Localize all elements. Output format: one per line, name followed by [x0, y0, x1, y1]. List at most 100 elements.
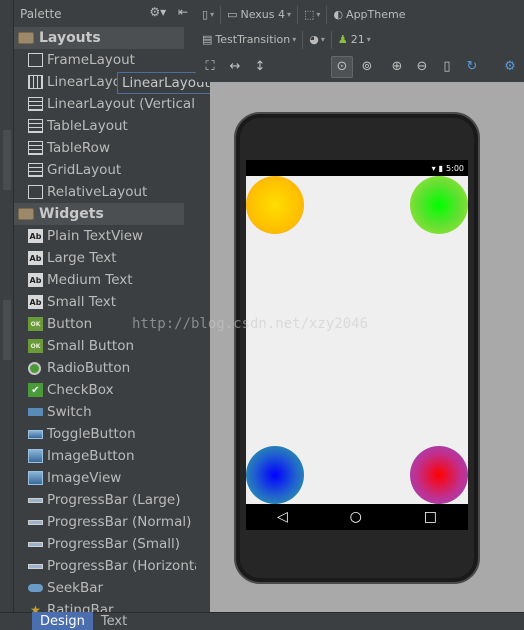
palette-item-framelayout[interactable]: FrameLayout	[14, 49, 184, 71]
palette-item-imagebutton[interactable]: ImageButton	[14, 445, 184, 467]
palette-item-togglebutton[interactable]: ToggleButton	[14, 423, 184, 445]
palette-item-progressbar-horizontal[interactable]: ProgressBar (Horizontal)	[14, 555, 196, 577]
palette-item-progressbar-small[interactable]: ProgressBar (Small)	[14, 533, 184, 555]
palette-item-checkbox[interactable]: ✔ CheckBox	[14, 379, 184, 401]
palette-item-label: ProgressBar (Normal)	[47, 514, 192, 530]
category-label: Widgets	[39, 206, 104, 222]
tab-text[interactable]: Text	[93, 612, 135, 630]
table-layout-icon	[28, 119, 43, 133]
palette-item-tablerow[interactable]: TableRow	[14, 137, 184, 159]
palette-item-label: ProgressBar (Horizontal)	[47, 558, 196, 574]
palette-item-label: ImageButton	[47, 448, 135, 464]
palette-tools: ⚙▾ ⇤	[149, 5, 188, 19]
palette-item-plain-textview[interactable]: Ab Plain TextView	[14, 225, 184, 247]
toolbar-separator	[220, 5, 222, 24]
device-label: Nexus 4	[240, 8, 285, 21]
green-circle-view[interactable]	[410, 176, 468, 234]
palette-item-imageview[interactable]: ImageView	[14, 467, 184, 489]
orientation-dropdown[interactable]: ⬚ ▾	[304, 8, 320, 21]
palette-item-large-text[interactable]: Ab Large Text	[14, 247, 184, 269]
toolbar-row-2: ▤ TestTransition ▾ ◕ ▾ ♟ 21 ▾	[196, 27, 371, 52]
left-tool-strip	[0, 0, 14, 612]
theme-label: AppTheme	[346, 8, 406, 21]
palette-item-label: Medium Text	[47, 272, 133, 288]
image-button-icon	[28, 449, 43, 463]
home-icon: ○	[349, 509, 362, 525]
palette-header: Palette ⚙▾ ⇤	[14, 0, 196, 27]
file-render-icon: ▯	[202, 8, 209, 21]
palette-item-linearlayout-vertical[interactable]: LinearLayout (Vertical)	[14, 93, 196, 115]
render-config-button[interactable]: ▯ ▾	[202, 8, 214, 21]
zoom-in-icon[interactable]: ⊕	[386, 56, 408, 78]
device-dropdown[interactable]: ▭ Nexus 4 ▾	[227, 8, 291, 21]
yellow-circle-view[interactable]	[246, 176, 304, 234]
linear-layout-vertical-icon	[28, 97, 43, 111]
palette-item-label: Small Text	[47, 294, 117, 310]
palette-item-progressbar-normal[interactable]: ProgressBar (Normal)	[14, 511, 191, 533]
textview-icon: Ab	[28, 273, 43, 287]
palette-item-gridlayout[interactable]: GridLayout	[14, 159, 184, 181]
palette-item-label: RelativeLayout	[47, 184, 148, 200]
palette-item-tablelayout[interactable]: TableLayout	[14, 115, 184, 137]
device-screen[interactable]	[246, 176, 468, 504]
screenshot-icon[interactable]: ▯	[436, 56, 458, 78]
button-icon: OK	[28, 317, 43, 331]
red-circle-view[interactable]	[410, 446, 468, 504]
toolbar-separator	[297, 5, 299, 24]
tool-strip-tab[interactable]	[3, 300, 11, 360]
blue-circle-view[interactable]	[246, 446, 304, 504]
editor-tabs: Design Text	[0, 612, 524, 630]
locale-dropdown[interactable]: ◕ ▾	[309, 33, 325, 46]
palette-item-seekbar[interactable]: SeekBar	[14, 577, 184, 599]
textview-icon: Ab	[28, 251, 43, 265]
category-widgets[interactable]: Widgets	[14, 203, 184, 225]
api-label: 21	[350, 33, 365, 46]
recents-icon: □	[423, 509, 438, 525]
textview-icon: Ab	[28, 229, 43, 243]
category-layouts[interactable]: Layouts	[14, 27, 184, 49]
palette-item-label: Large Text	[47, 250, 117, 266]
collapse-icon[interactable]: ⇤	[178, 5, 188, 19]
zoom-actual-icon[interactable]: ⊚	[356, 56, 378, 78]
palette-item-progressbar-large[interactable]: ProgressBar (Large)	[14, 489, 184, 511]
palette-item-label: Switch	[47, 404, 92, 420]
zoom-out-icon[interactable]: ⊖	[411, 56, 433, 78]
palette-item-switch[interactable]: Switch	[14, 401, 184, 423]
back-icon: ◁	[276, 509, 288, 525]
activity-icon: ▤	[202, 33, 213, 46]
expand-vertical-icon[interactable]: ↕	[249, 56, 271, 78]
expand-horizontal-icon[interactable]: ↔	[224, 56, 246, 78]
palette-item-ratingbar[interactable]: ★ RatingBar	[14, 599, 184, 612]
design-canvas[interactable]: ▾ ▮ 5:00 ◁ ○ □	[210, 82, 524, 612]
toggle-button-icon	[28, 429, 43, 439]
toolbar-separator	[330, 30, 332, 49]
refresh-icon[interactable]: ↻	[461, 56, 483, 78]
palette-item-medium-text[interactable]: Ab Medium Text	[14, 269, 184, 291]
globe-icon: ◕	[309, 33, 319, 46]
settings-icon[interactable]: ⚙▾	[149, 5, 166, 19]
tool-strip-tab[interactable]	[3, 130, 11, 190]
palette-item-label: ImageView	[47, 470, 122, 486]
battery-icon: ▮	[438, 163, 444, 173]
device-frame: ▾ ▮ 5:00 ◁ ○ □	[234, 112, 480, 584]
android-icon: ♟	[337, 33, 348, 46]
relative-layout-icon	[28, 185, 43, 199]
activity-dropdown[interactable]: ▤ TestTransition ▾	[202, 33, 296, 46]
api-level-dropdown[interactable]: ♟ 21 ▾	[338, 33, 371, 46]
settings-icon[interactable]: ⚙	[499, 56, 521, 78]
layout-editor-toolbar: ▯ ▾ ▭ Nexus 4 ▾ ⬚ ▾ ◐ AppTheme ▤ TestTransitio…	[196, 0, 524, 82]
tab-design[interactable]: Design	[32, 612, 93, 630]
palette-item-small-button[interactable]: OK Small Button	[14, 335, 184, 357]
zoom-fit-icon[interactable]: ⛶	[199, 56, 221, 78]
activity-label: TestTransition	[215, 33, 291, 46]
palette-item-small-text[interactable]: Ab Small Text	[14, 291, 184, 313]
palette-item-label: RadioButton	[47, 360, 131, 376]
frame-layout-icon	[28, 53, 43, 67]
zoom-to-fit-icon[interactable]: ⊙	[331, 55, 353, 78]
palette-item-relativelayout[interactable]: RelativeLayout	[14, 181, 184, 203]
palette-item-label: SeekBar	[47, 580, 104, 596]
theme-dropdown[interactable]: ◐ AppTheme	[333, 8, 405, 21]
switch-icon	[28, 408, 43, 416]
watermark: http://blog.csdn.net/xzy2046	[132, 316, 369, 332]
palette-item-radiobutton[interactable]: RadioButton	[14, 357, 184, 379]
